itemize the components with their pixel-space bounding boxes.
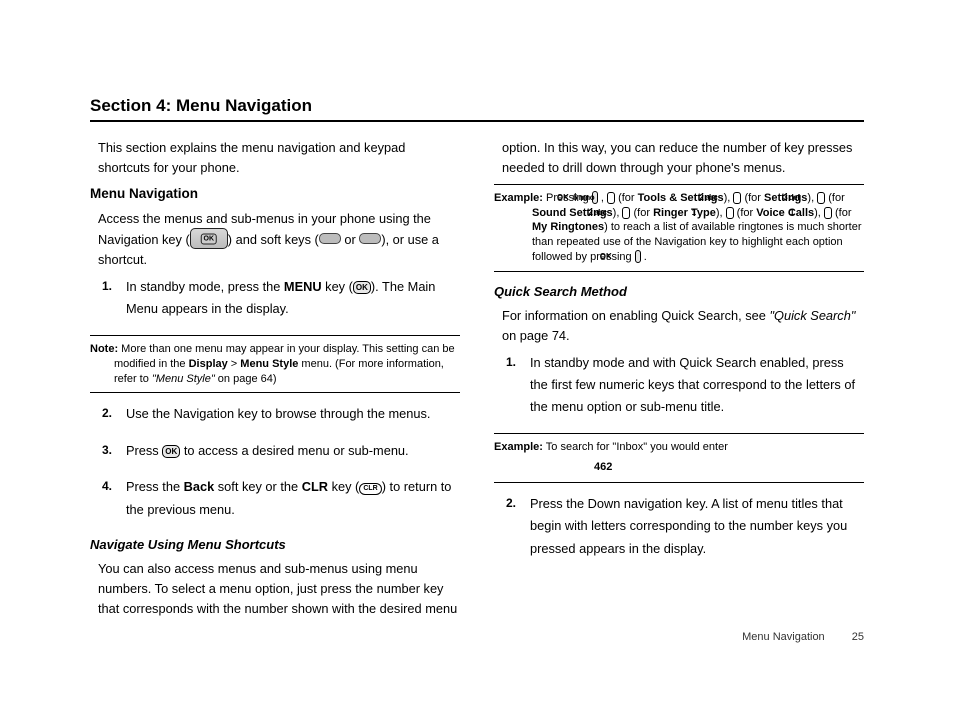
example-value: 462 <box>494 459 864 476</box>
text: In standby mode and with Quick Search en… <box>530 355 855 415</box>
text: soft key or the <box>214 479 302 494</box>
right-column: option. In this way, you can reduce the … <box>494 138 864 625</box>
example-rule-bottom <box>494 271 864 272</box>
text: , <box>598 192 607 204</box>
text-bold: Display <box>189 358 228 370</box>
text: Press the Down navigation key. A list of… <box>530 496 847 556</box>
text: To search for "Inbox" you would enter <box>543 441 728 453</box>
list-item: 3. Press OK to access a desired menu or … <box>126 440 460 462</box>
text: to access a desired menu or sub-menu. <box>180 443 408 458</box>
text: ) and soft keys ( <box>228 232 319 247</box>
text: on page 64) <box>215 373 277 385</box>
page-number: 25 <box>852 631 864 643</box>
text: > <box>228 358 241 370</box>
text: ), <box>716 207 726 219</box>
text: ), <box>724 192 734 204</box>
text: key ( <box>328 479 359 494</box>
text-italic: "Menu Style" <box>152 373 215 385</box>
example-rule-top <box>494 184 864 185</box>
step-number: 1. <box>506 352 516 373</box>
text: ), <box>613 207 623 219</box>
example2-rule-top <box>494 433 864 434</box>
note-rule-bottom <box>90 392 460 393</box>
ok-key-icon: OK <box>162 445 180 458</box>
navigation-key-icon <box>190 228 228 249</box>
text: on page 74. <box>502 328 570 343</box>
continuation-paragraph: option. In this way, you can reduce the … <box>494 138 864 178</box>
soft-key-icon <box>319 233 341 244</box>
text: Use the Navigation key to browse through… <box>126 406 430 421</box>
left-column: This section explains the menu navigatio… <box>90 138 460 625</box>
num-key-icon: 1 <box>824 207 832 219</box>
example-block: Example: Pressing OK , 6 mno (for Tools … <box>494 191 864 265</box>
list-item: 1. In standby mode and with Quick Search… <box>530 352 864 419</box>
intro-paragraph: This section explains the menu navigatio… <box>90 138 460 178</box>
list-item: 2. Use the Navigation key to browse thro… <box>126 403 460 425</box>
text-bold: Voice Calls <box>756 207 814 219</box>
text: ), <box>807 192 817 204</box>
shortcuts-paragraph: You can also access menus and sub-menus … <box>90 559 460 618</box>
num-key-icon: 3 def <box>817 192 825 204</box>
text: (for <box>832 207 852 219</box>
ok-key-icon: OK <box>353 281 371 294</box>
note-rule-top <box>90 335 460 336</box>
list-item: 4. Press the Back soft key or the CLR ke… <box>126 476 460 521</box>
step-number: 4. <box>102 476 112 497</box>
footer-label: Menu Navigation <box>742 631 825 643</box>
text-bold: 462 <box>594 461 612 473</box>
text: (for <box>825 192 845 204</box>
text: Press the <box>126 479 184 494</box>
example-lead: Example: <box>494 192 543 204</box>
text: (for <box>734 207 757 219</box>
example-lead: Example: <box>494 441 543 453</box>
text-bold: CLR <box>302 479 328 494</box>
step-number: 1. <box>102 276 112 297</box>
note-block: Note: More than one menu may appear in y… <box>90 342 460 387</box>
text: or <box>341 232 360 247</box>
text: key ( <box>322 279 353 294</box>
list-item: 1. In standby mode, press the MENU key (… <box>126 276 460 321</box>
text-bold: Ringer Type <box>653 207 716 219</box>
text-bold: Menu Style <box>240 358 298 370</box>
text: . <box>641 251 647 263</box>
text: ), <box>814 207 824 219</box>
access-paragraph: Access the menus and sub-menus in your p… <box>90 209 460 270</box>
text: (for <box>741 192 764 204</box>
example2-rule-bottom <box>494 482 864 483</box>
text: (for <box>615 192 638 204</box>
section-title: Section 4: Menu Navigation <box>90 96 864 116</box>
num-key-icon: 1 <box>726 207 734 219</box>
heading-menu-navigation: Menu Navigation <box>90 184 460 205</box>
list-item: 2. Press the Down navigation key. A list… <box>530 493 864 560</box>
page-footer: Menu Navigation 25 <box>742 631 864 643</box>
step-number: 2. <box>102 403 112 424</box>
text-bold: Back <box>184 479 215 494</box>
text: In standby mode, press the <box>126 279 284 294</box>
quick-search-paragraph: For information on enabling Quick Search… <box>494 306 864 346</box>
note-lead: Note: <box>90 343 118 355</box>
section-rule <box>90 120 864 122</box>
step-number: 2. <box>506 493 516 514</box>
text: (for <box>630 207 653 219</box>
num-key-icon: 6 mno <box>607 192 615 204</box>
clr-key-icon: CLR <box>359 483 381 495</box>
text-italic: "Quick Search" <box>769 308 855 323</box>
heading-shortcuts: Navigate Using Menu Shortcuts <box>90 535 460 555</box>
heading-quick-search: Quick Search Method <box>494 282 864 302</box>
menu-key-label: MENU <box>284 279 322 294</box>
text-bold: My Ringtones <box>532 221 604 233</box>
step-number: 3. <box>102 440 112 461</box>
soft-key-icon <box>359 233 381 244</box>
text: Press <box>126 443 162 458</box>
example-block-2: Example: To search for "Inbox" you would… <box>494 440 864 455</box>
text: For information on enabling Quick Search… <box>502 308 769 323</box>
